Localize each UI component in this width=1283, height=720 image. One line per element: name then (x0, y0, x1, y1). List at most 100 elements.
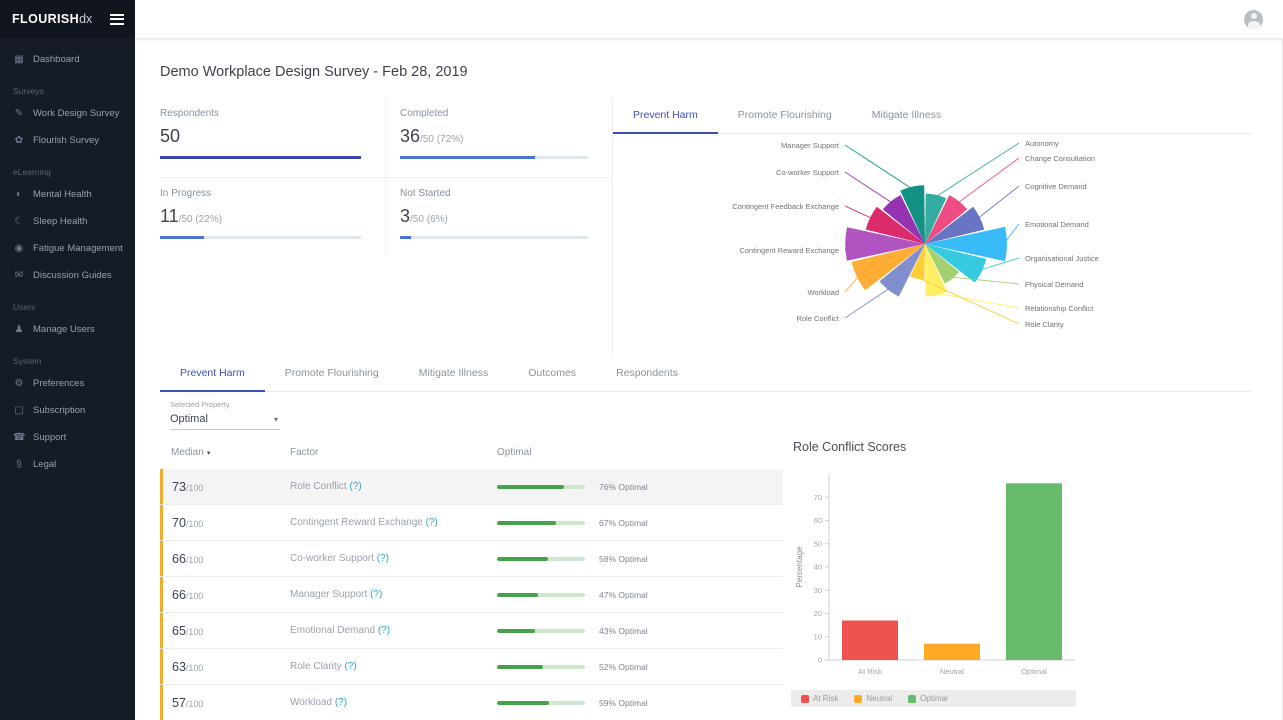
detail-tab-outcomes[interactable]: Outcomes (508, 356, 596, 392)
legend-item-at-risk[interactable]: At Risk (801, 694, 838, 703)
median-value: 73/100 (172, 479, 204, 494)
factor-help-link[interactable]: (?) (344, 661, 356, 672)
detail-tab-prevent-harm[interactable]: Prevent Harm (160, 356, 265, 392)
legend-item-optimal[interactable]: Optimal (908, 694, 948, 703)
sidebar-item-preferences[interactable]: ⚙ Preferences (0, 370, 135, 397)
factor-help-link[interactable]: (?) (426, 517, 438, 528)
property-select[interactable]: Selected Property Optimal ▾ (170, 400, 280, 430)
stat-value: 11/50 (22%) (160, 206, 223, 226)
stat-label: Completed (400, 108, 449, 119)
factor-help-link[interactable]: (?) (370, 589, 382, 600)
y-tick-label: 60 (814, 516, 822, 525)
optimal-label: 59% Optimal (599, 697, 648, 708)
bar-neutral[interactable] (924, 643, 980, 660)
page-title: Demo Workplace Design Survey - Feb 28, 2… (160, 64, 468, 80)
column-median[interactable]: Median ▾ (160, 447, 290, 458)
table-row-workload[interactable]: 57/100 Workload (?) 59% Optimal (160, 685, 783, 720)
y-axis-title: Percentage (795, 546, 804, 587)
sidebar-item-legal[interactable]: § Legal (0, 451, 135, 478)
rose-label-role-clarity: Role Clarity (1025, 320, 1064, 329)
menu-toggle-icon[interactable] (110, 13, 124, 25)
nav-section-surveys: Surveys (13, 86, 44, 96)
factor-table: Median ▾ Factor Optimal 73/100 Role Confli… (160, 440, 783, 720)
table-row-emotional-demand[interactable]: 65/100 Emotional Demand (?) 43% Optimal (160, 613, 783, 649)
main-content: Demo Workplace Design Survey - Feb 28, 2… (135, 38, 1283, 720)
legal-icon: § (16, 459, 22, 470)
sidebar-item-label: Manage Users (33, 324, 95, 335)
legend-label: Neutral (866, 694, 893, 703)
table-row-co-worker-support[interactable]: 66/100 Co-worker Support (?) 58% Optimal (160, 541, 783, 577)
preferences-icon: ⚙ (14, 378, 24, 389)
user-avatar[interactable] (1244, 9, 1263, 29)
y-tick-label: 30 (814, 586, 822, 595)
rose-label-manager-support: Manager Support (781, 141, 840, 150)
stat-progress-fill (160, 236, 205, 239)
overview-tab-mitigate-illness[interactable]: Mitigate Illness (852, 98, 961, 134)
sidebar-item-discussion-guides[interactable]: ✉ Discussion Guides (0, 262, 135, 289)
app-logo[interactable]: FLOURISHdx (12, 10, 92, 28)
y-tick-label: 40 (814, 563, 822, 572)
stat-progress-fill (400, 156, 536, 159)
overview-tab-promote-flourishing[interactable]: Promote Flourishing (718, 98, 852, 134)
factor-help-link[interactable]: (?) (335, 697, 347, 708)
factor-name: Co-worker Support (?) (290, 553, 389, 564)
rose-label-contingent-feedback-exchange: Contingent Feedback Exchange (732, 202, 839, 211)
optimal-progress-bar (497, 556, 599, 561)
sidebar-item-mental-health[interactable]: ◐ Mental Health (0, 181, 135, 208)
optimal-label: 67% Optimal (599, 517, 648, 528)
logo-bar: FLOURISHdx (0, 0, 135, 38)
app-window: FLOURISHdx ▦ Dashboard Surveys ✎ Work Design… (0, 0, 1283, 720)
factor-help-link[interactable]: (?) (378, 625, 390, 636)
bar-at-risk[interactable] (842, 620, 898, 661)
sidebar-item-manage-users[interactable]: ♟ Manage Users (0, 316, 135, 343)
stat-progress-fill (400, 236, 412, 239)
factor-help-link[interactable]: (?) (377, 553, 389, 564)
optimal-label: 76% Optimal (599, 481, 648, 492)
legend-item-neutral[interactable]: Neutral (854, 694, 892, 703)
sidebar-item-work-design-survey[interactable]: ✎ Work Design Survey (0, 100, 135, 127)
factor-help-link[interactable]: (?) (349, 481, 361, 492)
overview-tab-prevent-harm[interactable]: Prevent Harm (613, 98, 718, 134)
detail-tab-mitigate-illness[interactable]: Mitigate Illness (399, 356, 508, 392)
table-row-manager-support[interactable]: 66/100 Manager Support (?) 47% Optimal (160, 577, 783, 613)
median-value: 66/100 (172, 587, 204, 602)
median-value: 66/100 (172, 551, 204, 566)
score-chart-title: Role Conflict Scores (793, 440, 907, 454)
row-accent-bar (160, 613, 163, 648)
rose-label-physical-demand: Physical Demand (1025, 280, 1083, 289)
sidebar-item-subscription[interactable]: ▢ Subscription (0, 397, 135, 424)
column-optimal: Optimal (497, 447, 532, 458)
row-accent-bar (160, 505, 163, 540)
work-design-survey-icon: ✎ (14, 108, 24, 119)
factor-name: Manager Support (?) (290, 589, 383, 600)
factor-name: Role Clarity (?) (290, 661, 357, 672)
table-row-role-conflict[interactable]: 73/100 Role Conflict (?) 76% Optimal (160, 469, 783, 505)
legend-label: Optimal (920, 694, 948, 703)
rose-label-contingent-reward-exchange: Contingent Reward Exchange (739, 246, 839, 255)
sidebar-item-dashboard[interactable]: ▦ Dashboard (0, 46, 135, 73)
y-tick-label: 10 (814, 632, 822, 641)
table-row-role-clarity[interactable]: 63/100 Role Clarity (?) 52% Optimal (160, 649, 783, 685)
detail-tab-promote-flourishing[interactable]: Promote Flourishing (265, 356, 399, 392)
logo-text-secondary: dx (79, 12, 93, 26)
detail-tab-respondents[interactable]: Respondents (596, 356, 698, 392)
sidebar-item-fatigue-management[interactable]: ◉ Fatigue Management (0, 235, 135, 262)
sidebar-item-flourish-survey[interactable]: ✿ Flourish Survey (0, 127, 135, 154)
factor-name: Role Conflict (?) (290, 481, 362, 492)
sidebar-item-sleep-health[interactable]: ☾ Sleep Health (0, 208, 135, 235)
y-tick-label: 50 (814, 539, 822, 548)
sidebar-item-label: Flourish Survey (33, 135, 99, 146)
property-select-control[interactable]: Optimal ▾ (170, 411, 280, 430)
sidebar-item-label: Support (33, 432, 67, 443)
score-chart-card: Role Conflict Scores 0 10 20 30 40 50 60 70 At R… (791, 440, 1091, 707)
manage-users-icon: ♟ (14, 324, 24, 335)
column-median-label: Median (171, 447, 204, 458)
sidebar-item-support[interactable]: ☎ Support (0, 424, 135, 451)
table-row-contingent-reward-exchange[interactable]: 70/100 Contingent Reward Exchange (?) 67% … (160, 505, 783, 541)
bar-optimal[interactable] (1006, 483, 1062, 660)
sidebar-item-label: Subscription (33, 405, 86, 416)
dropdown-caret-icon: ▾ (273, 414, 278, 424)
stat-progress-fill (160, 156, 361, 159)
sort-descending-icon: ▾ (206, 449, 211, 457)
detail-tabs: Prevent Harm Promote Flourishing Mitigate … (160, 356, 1251, 392)
